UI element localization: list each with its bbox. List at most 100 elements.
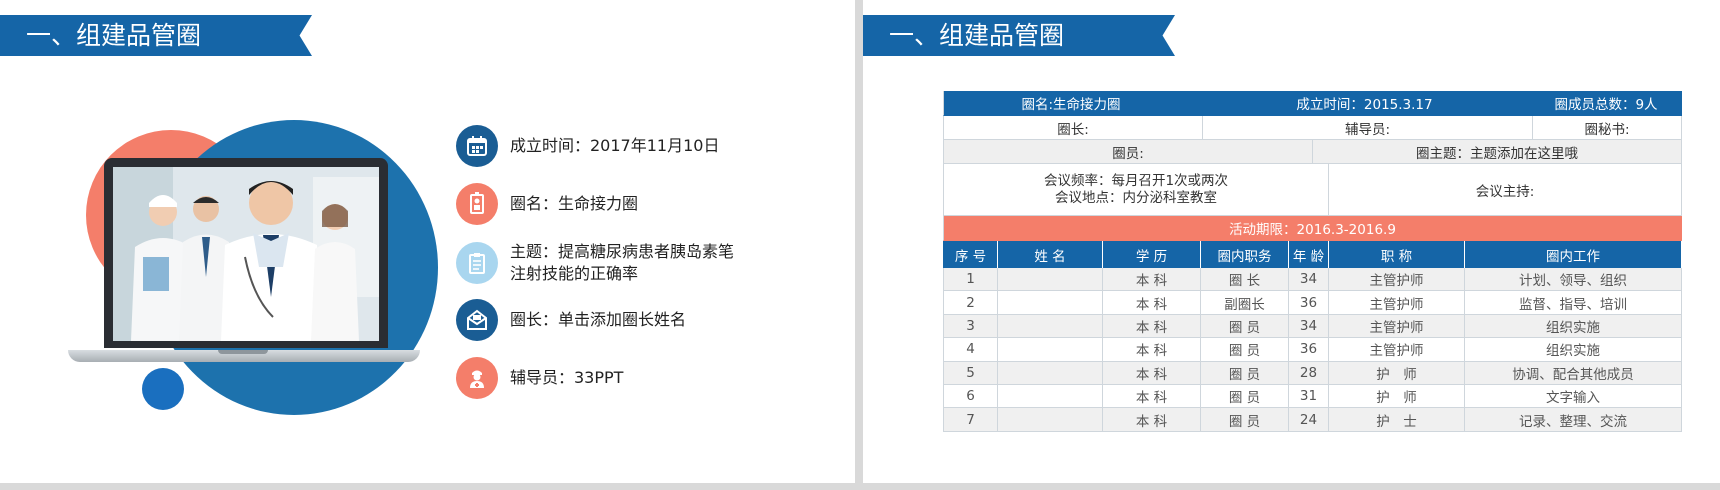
medical-team-photo <box>113 167 379 341</box>
table-cell: 本 科 <box>1103 361 1201 385</box>
table-cell: 主管护师 <box>1329 268 1465 292</box>
table-cell: 圈 员 <box>1201 314 1289 339</box>
info-founded: 成立时间：2017年11月10日 <box>456 125 740 167</box>
table-cell: 计划、领导、组织 <box>1465 268 1682 292</box>
members-row: 圈员: 圈主题：主题添加在这里哦 <box>943 140 1682 164</box>
columns-row: 序 号 姓 名 学 历 圈内职务 年 龄 职 称 圈内工作 <box>943 241 1682 268</box>
meeting-host-cell: 会议主持: <box>1329 164 1682 216</box>
meeting-info-cell: 会议频率：每月召开1次或两次 会议地点：内分泌科室教室 <box>943 164 1329 216</box>
info-founded-text: 成立时间：2017年11月10日 <box>510 136 720 155</box>
info-theme-text: 主题：提高糖尿病患者胰岛素笔注射技能的正确率 <box>510 242 735 283</box>
table-cell: 本 科 <box>1103 314 1201 339</box>
table-row: 7 本 科 圈 员 24 护 士 记录、整理、交流 <box>943 408 1682 432</box>
table-cell: 31 <box>1289 384 1329 409</box>
medical-team-illustration <box>113 167 379 341</box>
table-cell: 护 师 <box>1329 384 1465 409</box>
table-cell: 护 士 <box>1329 408 1465 432</box>
slide-title: 一、组建品管圈 <box>0 15 312 56</box>
roles-row: 圈长: 辅导员: 圈秘书: <box>943 116 1682 140</box>
table-cell: 主管护师 <box>1329 338 1465 362</box>
table-cell: 主管护师 <box>1329 314 1465 339</box>
table-cell <box>998 291 1103 315</box>
nurse-icon <box>456 357 498 399</box>
table-cell <box>998 338 1103 362</box>
calendar-icon <box>456 125 498 167</box>
table-cell: 本 科 <box>1103 384 1201 409</box>
table-cell: 圈 员 <box>1201 408 1289 432</box>
founded-cell: 成立时间：2015.3.17 <box>1199 91 1531 116</box>
info-counselor-text: 辅导员：33PPT <box>510 368 624 387</box>
table-cell: 圈 员 <box>1201 361 1289 385</box>
table-cell <box>998 361 1103 385</box>
clipboard-icon <box>456 242 498 284</box>
table-cell: 7 <box>943 408 998 432</box>
table-cell: 24 <box>1289 408 1329 432</box>
members-cell: 圈员: <box>943 140 1313 164</box>
table-row: 5 本 科 圈 员 28 护 师 协调、配合其他成员 <box>943 361 1682 385</box>
laptop-notch <box>218 350 268 354</box>
table-cell <box>998 384 1103 409</box>
col-header: 圈内职务 <box>1201 241 1289 268</box>
counselor-cell: 辅导员: <box>1203 116 1533 140</box>
col-header: 学 历 <box>1103 241 1201 268</box>
leader-cell: 圈长: <box>943 116 1203 140</box>
table-row: 3 本 科 圈 员 34 主管护师 组织实施 <box>943 314 1682 339</box>
slide-left: 一、组建品管圈 成立时间：2017年11月10日 圈名：生命接力圈 主题：提高糖… <box>0 0 855 483</box>
table-cell: 副圈长 <box>1201 291 1289 315</box>
table-cell: 组织实施 <box>1465 314 1682 339</box>
period-cell: 活动期限：2016.3-2016.9 <box>943 216 1682 241</box>
info-theme: 主题：提高糖尿病患者胰岛素笔注射技能的正确率 <box>456 241 740 285</box>
meeting-row: 会议频率：每月召开1次或两次 会议地点：内分泌科室教室 会议主持: <box>943 164 1682 216</box>
table-cell: 文字输入 <box>1465 384 1682 409</box>
info-circle-name: 圈名：生命接力圈 <box>456 183 740 225</box>
table-cell <box>998 408 1103 432</box>
table-cell: 3 <box>943 314 998 339</box>
table-cell: 协调、配合其他成员 <box>1465 361 1682 385</box>
table-cell: 圈 长 <box>1201 268 1289 292</box>
table-cell <box>998 268 1103 292</box>
laptop-screen <box>104 158 388 348</box>
table-cell: 5 <box>943 361 998 385</box>
decor-circle-small <box>142 368 184 410</box>
slide-title: 一、组建品管圈 <box>863 15 1175 56</box>
table-cell: 28 <box>1289 361 1329 385</box>
table-cell: 监督、指导、培训 <box>1465 291 1682 315</box>
table-cell: 本 科 <box>1103 268 1201 292</box>
qc-circle-table: 圈名:生命接力圈 成立时间：2015.3.17 圈成员总数：9人 圈长: 辅导员… <box>943 91 1682 432</box>
table-cell: 护 师 <box>1329 361 1465 385</box>
table-row: 2 本 科 副圈长 36 主管护师 监督、指导、培训 <box>943 291 1682 315</box>
secretary-cell: 圈秘书: <box>1533 116 1682 140</box>
table-cell: 圈 员 <box>1201 384 1289 409</box>
col-header: 年 龄 <box>1289 241 1329 268</box>
table-cell: 34 <box>1289 314 1329 339</box>
col-header: 圈内工作 <box>1465 241 1682 268</box>
col-header: 序 号 <box>943 241 998 268</box>
meeting-frequency: 会议频率：每月召开1次或两次 <box>1043 172 1229 189</box>
table-row: 6 本 科 圈 员 31 护 师 文字输入 <box>943 384 1682 409</box>
table-cell: 34 <box>1289 268 1329 292</box>
table-cell: 36 <box>1289 338 1329 362</box>
info-leader-text: 圈长：单击添加圈长姓名 <box>510 310 687 329</box>
table-cell <box>998 314 1103 339</box>
table-cell: 36 <box>1289 291 1329 315</box>
table-row: 4 本 科 圈 员 36 主管护师 组织实施 <box>943 338 1682 362</box>
table-cell: 本 科 <box>1103 338 1201 362</box>
table-cell: 本 科 <box>1103 291 1201 315</box>
table-cell: 圈 员 <box>1201 338 1289 362</box>
table-cell: 4 <box>943 338 998 362</box>
info-leader: 圈长：单击添加圈长姓名 <box>456 299 740 341</box>
circle-name-cell: 圈名:生命接力圈 <box>943 91 1199 116</box>
table-cell: 1 <box>943 268 998 292</box>
table-body: 1 本 科 圈 长 34 主管护师 计划、领导、组织 2 本 科 副圈长 36 … <box>943 268 1682 432</box>
table-cell: 记录、整理、交流 <box>1465 408 1682 432</box>
table-cell: 2 <box>943 291 998 315</box>
member-total-cell: 圈成员总数：9人 <box>1531 91 1682 116</box>
theme-cell: 圈主题：主题添加在这里哦 <box>1313 140 1682 164</box>
table-row: 1 本 科 圈 长 34 主管护师 计划、领导、组织 <box>943 268 1682 292</box>
info-counselor: 辅导员：33PPT <box>456 357 740 399</box>
table-header-row: 圈名:生命接力圈 成立时间：2015.3.17 圈成员总数：9人 <box>943 91 1682 116</box>
table-cell: 主管护师 <box>1329 291 1465 315</box>
id-card-icon <box>456 183 498 225</box>
meeting-place: 会议地点：内分泌科室教室 <box>1055 189 1217 206</box>
table-cell: 本 科 <box>1103 408 1201 432</box>
